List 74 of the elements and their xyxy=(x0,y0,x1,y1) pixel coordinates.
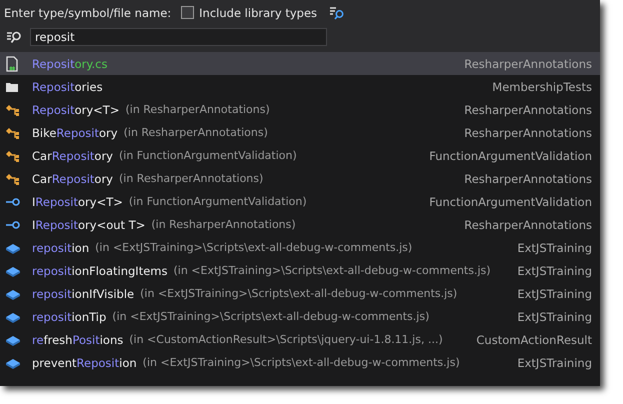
result-name: repositionIfVisible xyxy=(32,286,134,300)
include-library-checkbox[interactable] xyxy=(181,6,194,19)
class-icon xyxy=(5,172,21,186)
interface-icon xyxy=(5,196,21,206)
result-location: (in ResharperAnnotations) xyxy=(125,103,270,116)
result-location: (in <ExtJSTraining>\Scripts\ext-all-debug-w-comments.js) xyxy=(112,310,430,323)
result-item[interactable]: preventReposition (in <ExtJSTraining>\Scripts\ext-all-debug-w-comments.js) ExtJSTraining xyxy=(0,351,600,374)
result-name: repositionTip xyxy=(32,310,106,324)
method-icon xyxy=(5,242,21,254)
class-icon xyxy=(5,148,21,162)
result-item[interactable]: IRepository<out T> (in ResharperAnnotations) ResharperAnnotations xyxy=(0,213,600,236)
result-location: (in <ExtJSTraining>\Scripts\ext-all-debug-w-comments.js) xyxy=(140,287,458,300)
project-name: ExtJSTraining xyxy=(516,310,592,324)
result-item[interactable]: BikeRepository (in ResharperAnnotations) ResharperAnnotations xyxy=(0,121,600,144)
project-name: ExtJSTraining xyxy=(516,240,592,254)
result-item[interactable]: Repositories MembershipTests xyxy=(0,75,600,98)
filter-icon[interactable] xyxy=(329,6,346,20)
result-item[interactable]: Repository<T> (in ResharperAnnotations) ResharperAnnotations xyxy=(0,98,600,121)
result-item[interactable]: repositionTip (in <ExtJSTraining>\Scripts\ext-all-debug-w-comments.js) ExtJSTraining xyxy=(0,305,600,328)
result-item[interactable]: reposition (in <ExtJSTraining>\Scripts\ext-all-debug-w-comments.js) ExtJSTraining xyxy=(0,236,600,259)
project-name: CustomActionResult xyxy=(475,332,592,346)
result-name: IRepository<out T> xyxy=(32,218,146,232)
result-item[interactable]: repositionFloatingItems (in <ExtJSTraining>\Scripts\ext-all-debug-w-comments.js) ExtJSTraining xyxy=(0,259,600,282)
result-item[interactable]: CarRepository (in ResharperAnnotations) ResharperAnnotations xyxy=(0,167,600,190)
result-item[interactable]: CarRepository (in FunctionArgumentValidation) FunctionArgumentValidation xyxy=(0,144,600,167)
result-name: CarRepository xyxy=(32,172,113,186)
project-name: ExtJSTraining xyxy=(516,356,592,370)
search-icon xyxy=(6,30,22,44)
search-field[interactable]: reposit xyxy=(30,28,327,46)
result-name: refreshPositions xyxy=(32,332,124,346)
method-icon xyxy=(5,288,21,300)
result-location: (in <ExtJSTraining>\Scripts\ext-all-debug-w-comments.js) xyxy=(142,356,460,369)
result-name: Repositories xyxy=(32,80,103,94)
result-name: reposition xyxy=(32,240,90,254)
result-name: Repository<T> xyxy=(32,102,120,116)
result-location: (in FunctionArgumentValidation) xyxy=(118,149,297,162)
result-name: CarRepository xyxy=(32,148,113,162)
result-location: (in <ExtJSTraining>\Scripts\ext-all-debug-w-comments.js) xyxy=(95,241,412,254)
folder-icon xyxy=(5,80,19,92)
class-icon xyxy=(5,126,21,140)
result-location: (in ResharperAnnotations) xyxy=(118,172,264,185)
result-location: (in <ExtJSTraining>\Scripts\ext-all-debug-w-comments.js) xyxy=(173,264,491,277)
result-location: (in ResharperAnnotations) xyxy=(124,126,268,139)
include-library-label[interactable]: Include library types xyxy=(199,6,318,20)
search-label: Enter type/symbol/file name: xyxy=(4,6,172,20)
project-name: ResharperAnnotations xyxy=(463,102,592,116)
project-name: FunctionArgumentValidation xyxy=(428,148,592,162)
project-name: ResharperAnnotations xyxy=(463,56,592,70)
project-name: ResharperAnnotations xyxy=(463,172,592,186)
project-name: ResharperAnnotations xyxy=(463,218,592,232)
result-name: preventReposition xyxy=(32,356,137,370)
result-item[interactable]: repositionIfVisible (in <ExtJSTraining>\Scripts\ext-all-debug-w-comments.js) ExtJSTraining xyxy=(0,282,600,305)
result-item[interactable]: refreshPositions (in <CustomActionResult>\Scripts\jquery-ui-1.8.11.js, ...) CustomActionResult xyxy=(0,328,600,351)
project-name: FunctionArgumentValidation xyxy=(428,194,592,208)
result-location: (in ResharperAnnotations) xyxy=(151,218,296,231)
result-name: IRepository<T> xyxy=(32,194,123,208)
result-item[interactable]: Repository.cs ResharperAnnotations xyxy=(0,52,600,75)
result-name: Repository.cs xyxy=(32,56,108,70)
interface-icon xyxy=(5,220,21,230)
method-icon xyxy=(5,264,21,276)
method-icon xyxy=(5,356,21,368)
project-name: ResharperAnnotations xyxy=(463,126,592,140)
result-item[interactable]: IRepository<T> (in FunctionArgumentValidation) FunctionArgumentValidation xyxy=(0,190,600,213)
project-name: MembershipTests xyxy=(491,80,592,94)
result-name: BikeRepository xyxy=(32,126,118,140)
result-location: (in <CustomActionResult>\Scripts\jquery-ui-1.8.11.js, ...) xyxy=(129,333,443,346)
result-name: repositionFloatingItems xyxy=(32,264,168,278)
project-name: ExtJSTraining xyxy=(516,264,592,278)
result-location: (in FunctionArgumentValidation) xyxy=(128,195,307,208)
method-icon xyxy=(5,310,21,322)
csharp-file-icon xyxy=(5,56,19,72)
project-name: ExtJSTraining xyxy=(516,286,592,300)
method-icon xyxy=(5,334,21,346)
class-icon xyxy=(5,102,21,116)
